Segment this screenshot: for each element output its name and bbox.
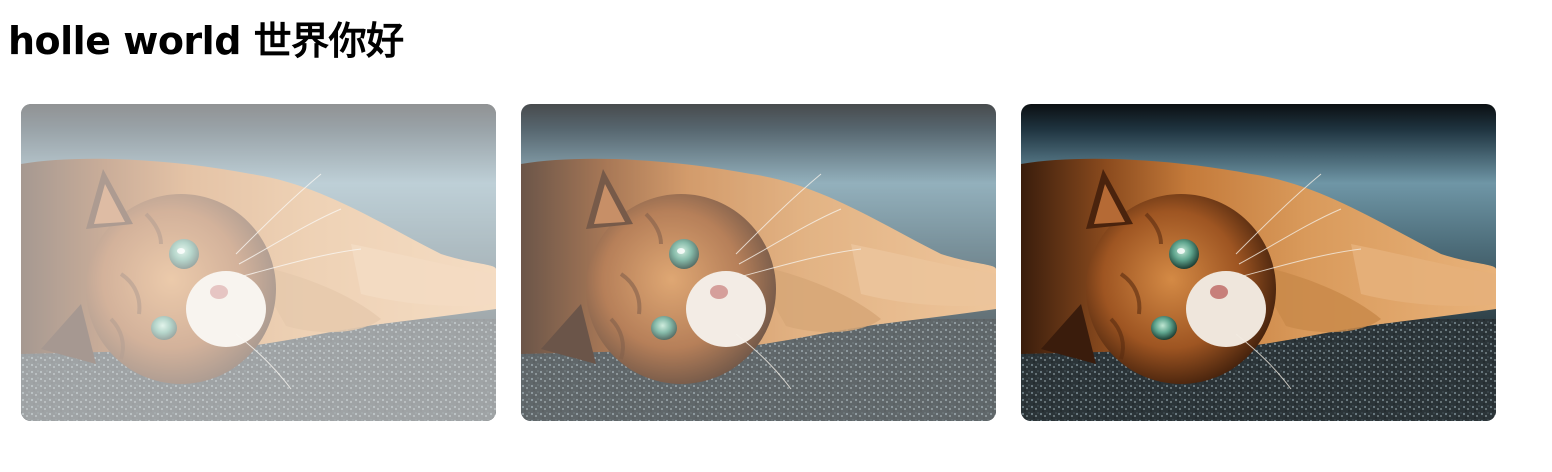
page-title: holle world 世界你好 — [8, 19, 404, 63]
cat-image-semi — [521, 104, 996, 421]
image-card-1 — [21, 104, 496, 421]
image-card-2 — [521, 104, 996, 421]
cat-image-full — [1021, 104, 1496, 421]
cat-image-faded — [21, 104, 496, 421]
image-card-3 — [1021, 104, 1496, 421]
image-gallery — [21, 104, 1496, 421]
